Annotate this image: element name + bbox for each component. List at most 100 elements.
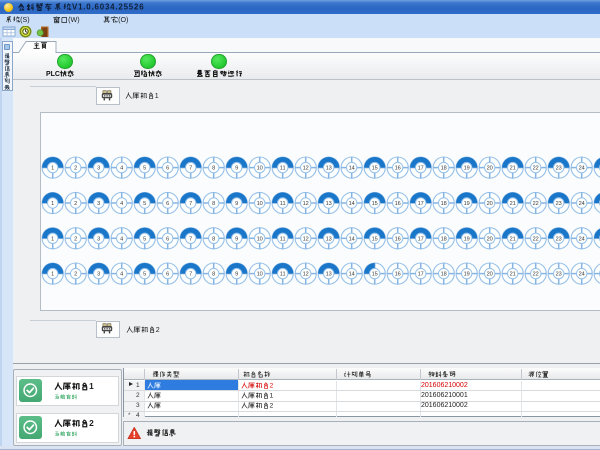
svg-text:24: 24 <box>578 272 584 278</box>
svg-text:2: 2 <box>74 237 77 243</box>
svg-text:2: 2 <box>270 382 274 389</box>
svg-text:13: 13 <box>325 166 331 172</box>
svg-text:5: 5 <box>143 237 146 243</box>
svg-text:1: 1 <box>89 381 94 391</box>
svg-text:17: 17 <box>417 272 423 278</box>
svg-text:5: 5 <box>143 272 146 278</box>
svg-text:20: 20 <box>486 166 492 172</box>
svg-text:9: 9 <box>235 166 238 172</box>
svg-text:19: 19 <box>463 272 469 278</box>
svg-text:15: 15 <box>371 272 377 278</box>
svg-text:10: 10 <box>256 237 262 243</box>
svg-text:21: 21 <box>509 201 515 207</box>
svg-text:9: 9 <box>235 237 238 243</box>
svg-text:16: 16 <box>394 166 400 172</box>
svg-text:1: 1 <box>51 237 54 243</box>
svg-text:17: 17 <box>417 201 423 207</box>
svg-text:19: 19 <box>463 166 469 172</box>
svg-text:16: 16 <box>394 272 400 278</box>
svg-text:22: 22 <box>532 166 538 172</box>
svg-text:(W): (W) <box>68 16 80 24</box>
svg-text:23: 23 <box>555 237 561 243</box>
svg-text:13: 13 <box>325 237 331 243</box>
svg-text:11: 11 <box>279 272 285 278</box>
svg-text:(S): (S) <box>20 16 30 24</box>
svg-text:2: 2 <box>270 403 274 410</box>
svg-text:7: 7 <box>189 201 192 207</box>
svg-text:15: 15 <box>371 166 377 172</box>
svg-text:12: 12 <box>302 166 308 172</box>
svg-text:11: 11 <box>279 166 285 172</box>
svg-text:18: 18 <box>440 201 446 207</box>
svg-text:17: 17 <box>417 166 423 172</box>
svg-text:2: 2 <box>155 327 159 334</box>
svg-text:12: 12 <box>302 237 308 243</box>
svg-text:18: 18 <box>440 166 446 172</box>
svg-text:18: 18 <box>440 272 446 278</box>
svg-text:7: 7 <box>189 272 192 278</box>
svg-text:6: 6 <box>166 166 169 172</box>
svg-text:24: 24 <box>578 237 584 243</box>
svg-text:1: 1 <box>51 272 54 278</box>
svg-text:22: 22 <box>532 272 538 278</box>
svg-text:16: 16 <box>394 201 400 207</box>
svg-text:22: 22 <box>532 201 538 207</box>
svg-text:6: 6 <box>166 201 169 207</box>
svg-text:15: 15 <box>371 237 377 243</box>
svg-text:20: 20 <box>486 201 492 207</box>
svg-text:14: 14 <box>348 166 354 172</box>
svg-text:4: 4 <box>120 272 123 278</box>
svg-text:6: 6 <box>166 272 169 278</box>
svg-text:24: 24 <box>578 201 584 207</box>
svg-text:9: 9 <box>235 201 238 207</box>
svg-text:PLC: PLC <box>46 71 60 78</box>
svg-text:20: 20 <box>486 272 492 278</box>
svg-text:(O): (O) <box>118 16 128 24</box>
svg-text:4: 4 <box>120 166 123 172</box>
svg-text:19: 19 <box>463 201 469 207</box>
svg-text:5: 5 <box>143 201 146 207</box>
svg-text:2: 2 <box>74 272 77 278</box>
svg-text:2: 2 <box>74 166 77 172</box>
svg-text:3: 3 <box>97 237 100 243</box>
svg-text:24: 24 <box>578 166 584 172</box>
svg-text:12: 12 <box>302 272 308 278</box>
svg-text:14: 14 <box>348 237 354 243</box>
svg-text:4: 4 <box>120 237 123 243</box>
svg-text:5: 5 <box>143 166 146 172</box>
svg-text:10: 10 <box>256 201 262 207</box>
svg-text:16: 16 <box>394 237 400 243</box>
svg-text:10: 10 <box>256 272 262 278</box>
svg-text:10: 10 <box>256 166 262 172</box>
svg-text:20: 20 <box>486 237 492 243</box>
svg-text:8: 8 <box>212 272 215 278</box>
svg-text:9: 9 <box>235 272 238 278</box>
svg-text:19: 19 <box>463 237 469 243</box>
svg-text:13: 13 <box>325 201 331 207</box>
svg-text:23: 23 <box>555 166 561 172</box>
svg-text:1: 1 <box>51 201 54 207</box>
svg-text:21: 21 <box>509 272 515 278</box>
svg-text:21: 21 <box>509 166 515 172</box>
svg-text:7: 7 <box>189 166 192 172</box>
svg-text:3: 3 <box>97 272 100 278</box>
svg-text:23: 23 <box>555 272 561 278</box>
svg-text:17: 17 <box>417 237 423 243</box>
svg-text:22: 22 <box>532 237 538 243</box>
svg-text:3: 3 <box>97 201 100 207</box>
svg-text:7: 7 <box>189 237 192 243</box>
svg-text:8: 8 <box>212 166 215 172</box>
svg-text:1: 1 <box>51 166 54 172</box>
svg-text:15: 15 <box>371 201 377 207</box>
svg-text:11: 11 <box>279 201 285 207</box>
svg-text:1: 1 <box>154 93 158 100</box>
svg-text:11: 11 <box>279 237 285 243</box>
svg-text:13: 13 <box>325 272 331 278</box>
svg-text:8: 8 <box>212 237 215 243</box>
svg-text:14: 14 <box>348 201 354 207</box>
svg-text:23: 23 <box>555 201 561 207</box>
svg-text:2: 2 <box>89 418 94 428</box>
svg-text:6: 6 <box>166 237 169 243</box>
svg-text:V1.0.6034.25526: V1.0.6034.25526 <box>72 2 144 11</box>
svg-text:21: 21 <box>509 237 515 243</box>
